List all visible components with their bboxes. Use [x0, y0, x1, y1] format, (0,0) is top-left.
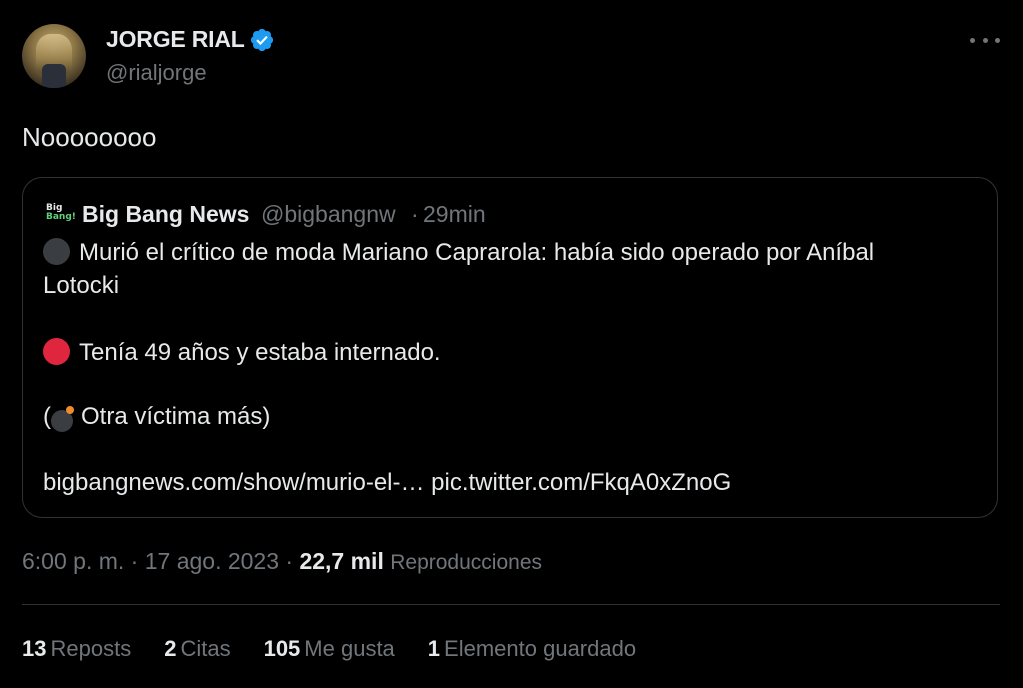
avatar[interactable] — [22, 24, 86, 88]
separator-dot: · — [411, 201, 419, 227]
dot — [995, 37, 1000, 43]
quoted-line-1: Murió el crítico de moda Mariano Capraro… — [43, 238, 874, 267]
open-paren: ( — [43, 403, 51, 430]
quoted-author-handle[interactable]: @bigbangnw — [261, 201, 396, 228]
reposts-count: 13 — [22, 636, 47, 661]
quoted-link[interactable]: bigbangnews.com/show/murio-el-… pic.twit… — [43, 469, 731, 497]
bookmarks-stat[interactable]: 1 Elemento guardado — [428, 636, 636, 662]
quoted-time[interactable]: 29min — [423, 201, 486, 228]
bookmarks-label: Elemento guardado — [444, 636, 637, 661]
divider — [22, 604, 1000, 605]
bookmarks-count: 1 — [427, 636, 441, 661]
tweet-text: Noooooooo — [22, 122, 157, 152]
quoted-line-2: Lotocki — [43, 272, 120, 299]
likes-count: 105 — [263, 636, 301, 661]
tweet-view: JORGE RIAL @rialjorge Noooooooo Big Bang… — [0, 0, 1023, 688]
views-count: 22,7 mil — [299, 548, 384, 574]
timestamp[interactable]: 6:00 p. m. · 17 ago. 2023 · — [22, 548, 299, 574]
black-circle-icon — [43, 238, 70, 265]
quotes-label: Citas — [180, 636, 231, 661]
quoted-line-3: Tenía 49 años y estaba internado. — [43, 338, 441, 367]
views-label: Reproducciones — [390, 551, 542, 574]
likes-label: Me gusta — [304, 636, 395, 661]
tweet-meta: 6:00 p. m. · 17 ago. 2023 · 22,7 mil Rep… — [22, 548, 542, 575]
reposts-stat[interactable]: 13 Reposts — [22, 636, 131, 662]
author-handle[interactable]: @rialjorge — [106, 60, 207, 86]
bomb-icon — [51, 405, 77, 432]
engagement-stats: 13 Reposts 2 Citas 105 Me gusta 1 Elemento g… — [22, 636, 669, 662]
red-circle-icon — [43, 338, 70, 365]
logo-text-bottom: Bang! — [46, 212, 76, 222]
quotes-stat[interactable]: 2 Citas — [164, 636, 230, 662]
quoted-line-4-text: Otra víctima más) — [81, 403, 271, 430]
likes-stat[interactable]: 105 Me gusta — [264, 636, 395, 662]
quoted-author-name[interactable]: Big Bang News — [82, 201, 249, 228]
author-display-name[interactable]: JORGE RIAL — [106, 26, 245, 53]
dot — [982, 37, 988, 43]
avatar-figure-body — [42, 64, 66, 88]
dot — [970, 37, 975, 43]
quotes-count: 2 — [164, 636, 177, 661]
quoted-tweet-card[interactable]: Big Bang! Big Bang News @bigbangnw · 29m… — [22, 177, 998, 518]
verified-badge-icon — [250, 28, 274, 52]
quoted-line-1-text: Murió el crítico de moda Mariano Capraro… — [79, 239, 875, 266]
bigbang-logo-icon: Big Bang! — [46, 204, 76, 226]
quoted-line-3-text: Tenía 49 años y estaba internado. — [79, 339, 441, 366]
quoted-line-4: ( Otra víctima más) — [43, 403, 271, 432]
reposts-label: Reposts — [50, 636, 132, 661]
more-options-icon[interactable] — [970, 28, 1000, 52]
